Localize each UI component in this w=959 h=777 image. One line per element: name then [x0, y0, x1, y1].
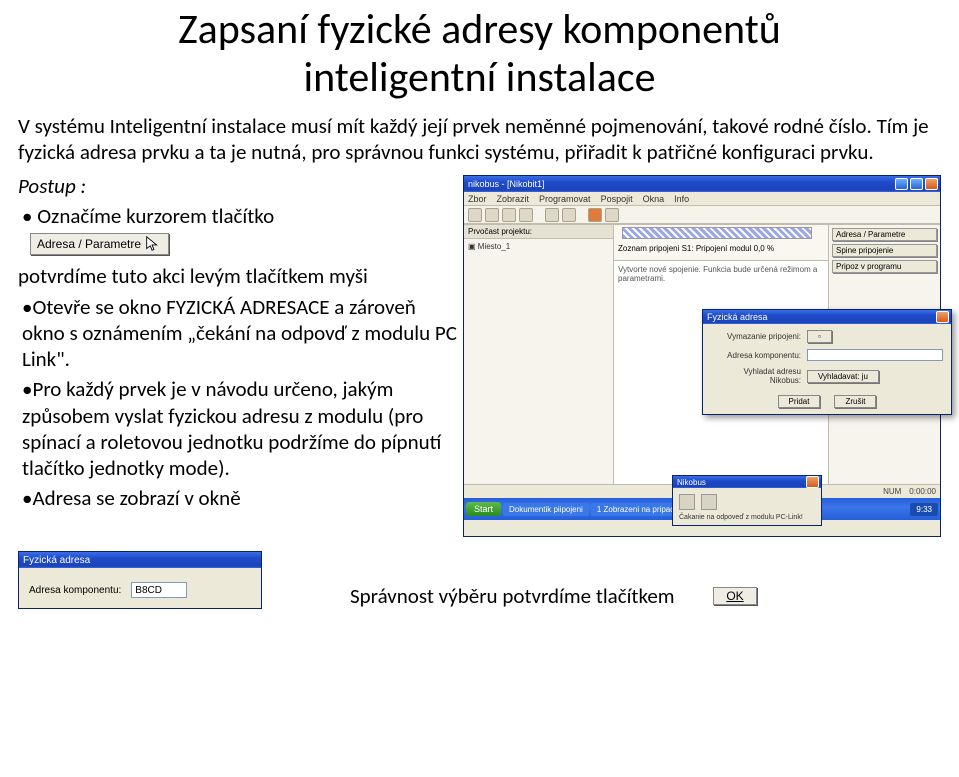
cancel-button[interactable]: Zrušit: [834, 395, 876, 408]
spine-pripojenie-button[interactable]: Spine pripojenie: [832, 244, 937, 257]
toolbar-icon[interactable]: [545, 208, 559, 222]
close-button[interactable]: [925, 178, 938, 190]
menu-pospojit[interactable]: Pospojit: [601, 194, 633, 204]
footer-line: Správnost výběru potvrdíme tlačítkem OK: [290, 569, 959, 609]
screenshot-region: nikobus - [Nikobit1] Zbor Zobrazit Progr…: [463, 169, 959, 537]
intro-sentence-1: V systému Inteligentní instalace musí mí…: [18, 113, 872, 139]
left-panel-header: Prvočast projektu:: [464, 225, 613, 239]
postup-label: Postup :: [18, 169, 463, 201]
wait-dialog: Nikobus Čakanie na odpoveď z modulu PC-L…: [672, 475, 822, 526]
taskbar-item[interactable]: Dokumentik piipojeni: [503, 503, 589, 516]
page-title: Zapsaní fyzické adresy komponentů inteli…: [0, 0, 959, 105]
toolbar-out-icon[interactable]: [588, 208, 602, 222]
bullet-2-text: Otevře se okno FYZICKÁ ADRESACE a zárove…: [22, 294, 457, 373]
toolbar-icon[interactable]: [562, 208, 576, 222]
dialog-title: Fyzická adresa: [707, 312, 768, 322]
bullet-1-text: Označíme kurzorem tlačítko: [37, 203, 274, 229]
address-input[interactable]: [807, 349, 943, 361]
instructions-column: Postup : • Označíme kurzorem tlačítko Ad…: [18, 169, 463, 537]
cursor-icon: [144, 235, 162, 253]
clear-button[interactable]: ▫: [807, 330, 832, 343]
bullet-dot: •: [22, 203, 32, 229]
ok-label: OK: [726, 589, 743, 603]
bullet-4: •Adresa se zobrazí v okně: [18, 483, 463, 513]
intro-text: V systému Inteligentní instalace musí mí…: [0, 105, 959, 170]
list-header-text: Zoznam pripojeni S1: Pripojení modul 0,0…: [618, 244, 824, 253]
field-address-label: Adresa komponentu:: [711, 351, 801, 360]
menu-zbor[interactable]: Zbor: [468, 194, 487, 204]
main-panel: Zoznam pripojeni S1: Pripojení modul 0,0…: [614, 225, 828, 484]
status-num: NUM: [883, 487, 901, 496]
taskbar-clock: 9:33: [910, 503, 938, 516]
list-header: Zoznam pripojeni S1: Pripojení modul 0,0…: [614, 225, 828, 261]
maximize-button[interactable]: [910, 178, 923, 190]
physical-address-dialog: Fyzická adresa Vymazanie pripojeni: ▫ Ad…: [702, 309, 952, 415]
bullet-1: • Označíme kurzorem tlačítko: [18, 201, 463, 231]
bullet-4-text: Adresa se zobrazí v okně: [32, 485, 240, 511]
menu-bar: Zbor Zobrazit Programovat Pospojit Okna …: [464, 192, 940, 206]
wait-close-button[interactable]: [806, 476, 819, 488]
addr-dialog-title: Fyzická adresa: [23, 555, 90, 566]
wait-dialog-title: Nikobus: [677, 478, 706, 487]
wait-icon: [701, 494, 717, 510]
bullet-2: •Otevře se okno FYZICKÁ ADRESACE a zárov…: [18, 292, 463, 375]
title-line1: Zapsaní fyzické adresy komponentů: [178, 4, 781, 55]
app-title: nikobus - [Nikobit1]: [468, 179, 545, 189]
toolbar-icon[interactable]: [519, 208, 533, 222]
bullet-1b: potvrdíme tuto akci levým tlačítkem myši: [18, 261, 463, 291]
add-button[interactable]: Pridat: [778, 395, 821, 408]
minimize-button[interactable]: [895, 178, 908, 190]
footer-text: Správnost výběru potvrdíme tlačítkem: [350, 583, 675, 609]
toolbar-icon[interactable]: [468, 208, 482, 222]
search-button[interactable]: Vyhladavat: ju: [807, 370, 879, 383]
nikobus-app-window: nikobus - [Nikobit1] Zbor Zobrazit Progr…: [463, 175, 941, 537]
addr-value-input[interactable]: B8CD: [131, 582, 187, 598]
field-search-label: Vyhladat adresu Nikobus:: [711, 367, 801, 385]
adresa-parametre-label: Adresa / Parametre: [37, 237, 141, 251]
menu-programovat[interactable]: Programovat: [539, 194, 591, 204]
field-clear-label: Vymazanie pripojeni:: [711, 332, 801, 341]
wait-text: Čakanie na odpoveď z modulu PC-Link!: [679, 514, 815, 521]
bullet-dot: •: [22, 376, 32, 402]
tree-item-label: Miesto_1: [478, 242, 510, 251]
tree-item[interactable]: ▣ Miesto_1: [464, 239, 613, 254]
toolbar-icon[interactable]: [502, 208, 516, 222]
toolbar-icon[interactable]: [485, 208, 499, 222]
hatched-strip: [622, 227, 812, 239]
dialog-close-button[interactable]: [936, 311, 949, 323]
toolbar-icon[interactable]: [605, 208, 619, 222]
dialog-titlebar: Fyzická adresa: [703, 310, 951, 324]
menu-info[interactable]: Info: [674, 194, 689, 204]
adresa-parametre-button[interactable]: Adresa / Parametre: [832, 228, 937, 241]
start-button[interactable]: Start: [466, 502, 501, 516]
menu-zobrazit[interactable]: Zobrazit: [497, 194, 530, 204]
ok-button-example: OK: [713, 587, 756, 605]
bullet-1b-text: potvrdíme tuto akci levým tlačítkem myši: [18, 263, 368, 289]
status-time: 0:00:00: [909, 487, 936, 496]
project-tree-panel: Prvočast projektu: ▣ Miesto_1: [464, 225, 614, 484]
app-titlebar: nikobus - [Nikobit1]: [464, 176, 940, 192]
pripoz-v-programu-button[interactable]: Pripoz v programu: [832, 260, 937, 273]
title-line2: inteligentní instalace: [303, 52, 655, 103]
bullet-dot: •: [22, 485, 32, 511]
bullet-3-text: Pro každý prvek je v návodu určeno, jaký…: [22, 376, 441, 481]
address-result-dialog: Fyzická adresa Adresa komponentu: B8CD: [18, 551, 262, 609]
addr-dialog-titlebar: Fyzická adresa: [19, 552, 261, 568]
addr-label: Adresa komponentu:: [29, 585, 121, 596]
toolbar: [464, 206, 940, 224]
adresa-parametre-button-example: Adresa / Parametre: [30, 233, 169, 255]
bullet-dot: •: [22, 294, 32, 320]
wait-icon: [679, 494, 695, 510]
bullet-3: •Pro každý prvek je v návodu určeno, jak…: [18, 374, 463, 483]
menu-okna[interactable]: Okna: [643, 194, 665, 204]
